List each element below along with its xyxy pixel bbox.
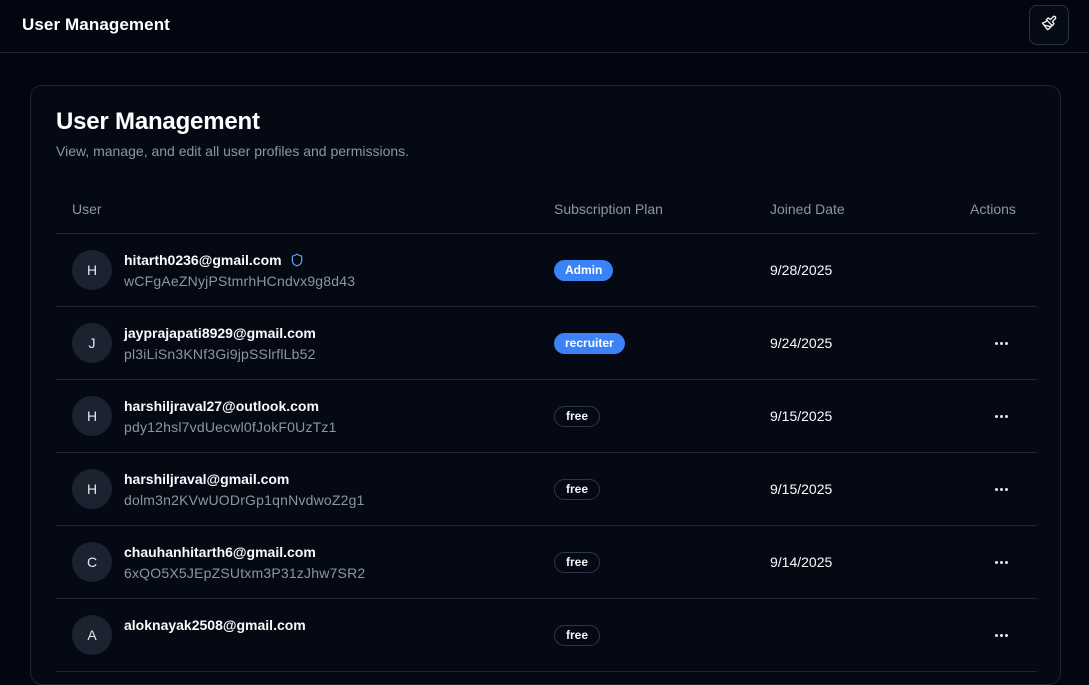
theme-button[interactable] xyxy=(1029,5,1069,45)
paintbrush-icon xyxy=(1041,15,1057,36)
top-bar: User Management xyxy=(0,0,1089,53)
ellipsis-icon xyxy=(994,487,998,491)
user-management-card: User Management View, manage, and edit a… xyxy=(30,85,1061,685)
avatar-initial: H xyxy=(86,262,98,278)
user-email: aloknayak2508@gmail.com xyxy=(124,617,306,633)
column-joined-date: Joined Date xyxy=(770,201,845,217)
user-email-wrap: hitarth0236@gmail.com xyxy=(124,252,304,268)
plan-badge: free xyxy=(554,552,601,573)
user-email: hitarth0236@gmail.com xyxy=(124,252,282,268)
avatar-initial: C xyxy=(86,554,98,570)
joined-date: 9/15/2025 xyxy=(770,408,833,424)
table-row: Cchauhanhitarth6@gmail.com 6xQO5X5JEpZSUt… xyxy=(56,526,1037,599)
avatar: C xyxy=(72,542,112,582)
user-id: pdy12hsl7vdUecwl0fJokF0UzTz1 xyxy=(124,419,337,435)
user-email-wrap: aloknayak2508@gmail.com xyxy=(124,617,306,633)
avatar: H xyxy=(72,396,112,436)
avatar: A xyxy=(72,615,112,655)
ellipsis-icon xyxy=(994,414,998,418)
table-row: Jjayprajapati8929@gmail.com pl3iLiSn3KNf3… xyxy=(56,307,1037,380)
table-header: User Subscription Plan Joined Date Actio… xyxy=(56,186,1037,234)
plan-badge: free xyxy=(554,625,601,646)
plan-badge: free xyxy=(554,479,601,500)
user-email: harshiljraval@gmail.com xyxy=(124,471,290,487)
avatar: H xyxy=(72,469,112,509)
joined-date: 9/24/2025 xyxy=(770,335,833,351)
avatar-initial: A xyxy=(87,627,97,643)
user-email: jayprajapati8929@gmail.com xyxy=(124,325,316,341)
user-email: chauhanhitarth6@gmail.com xyxy=(124,544,316,560)
avatar-initial: H xyxy=(86,481,98,497)
user-email-wrap: chauhanhitarth6@gmail.com xyxy=(124,544,316,560)
table-row: Hharshiljraval@gmail.com dolm3n2KVwUODrGp… xyxy=(56,453,1037,526)
user-email: harshiljraval27@outlook.com xyxy=(124,398,319,414)
table-row: Hharshiljraval27@outlook.com pdy12hsl7vdU… xyxy=(56,380,1037,453)
more-actions-button[interactable] xyxy=(990,623,1012,647)
column-actions: Actions xyxy=(970,201,1016,217)
app-title: User Management xyxy=(22,15,170,34)
avatar-initial: H xyxy=(86,408,98,424)
column-user: User xyxy=(72,201,102,217)
joined-date: 9/14/2025 xyxy=(770,554,833,570)
ellipsis-icon xyxy=(994,341,998,345)
joined-date: 9/15/2025 xyxy=(770,481,833,497)
page-subtitle: View, manage, and edit all user profiles… xyxy=(56,143,410,159)
user-id: dolm3n2KVwUODrGp1qnNvdwoZ2g1 xyxy=(124,492,365,508)
avatar: J xyxy=(72,323,112,363)
shield-icon xyxy=(290,253,304,267)
plan-badge: recruiter xyxy=(554,333,625,354)
more-actions-button[interactable] xyxy=(990,404,1012,428)
plan-badge: free xyxy=(554,406,601,427)
joined-date: 9/28/2025 xyxy=(770,262,833,278)
user-email-wrap: jayprajapati8929@gmail.com xyxy=(124,325,316,341)
column-subscription-plan: Subscription Plan xyxy=(554,201,663,217)
user-email-wrap: harshiljraval27@outlook.com xyxy=(124,398,319,414)
ellipsis-icon xyxy=(994,560,998,564)
user-id: wCFgAeZNyjPStmrhHCndvx9g8d43 xyxy=(124,273,356,289)
avatar: H xyxy=(72,250,112,290)
user-id: pl3iLiSn3KNf3Gi9jpSSlrflLb52 xyxy=(124,346,316,362)
more-actions-button[interactable] xyxy=(990,477,1012,501)
more-actions-button[interactable] xyxy=(990,331,1012,355)
plan-badge: Admin xyxy=(554,260,614,281)
ellipsis-icon xyxy=(994,633,998,637)
table-row: Hhitarth0236@gmail.com wCFgAeZNyjPStmrhHC… xyxy=(56,234,1037,307)
user-id: 6xQO5X5JEpZSUtxm3P31zJhw7SR2 xyxy=(124,565,366,581)
avatar-initial: J xyxy=(88,335,96,351)
more-actions-button[interactable] xyxy=(990,550,1012,574)
page-title: User Management xyxy=(56,108,260,135)
user-email-wrap: harshiljraval@gmail.com xyxy=(124,471,289,487)
table-row: Aaloknayak2508@gmail.com free xyxy=(56,599,1037,672)
